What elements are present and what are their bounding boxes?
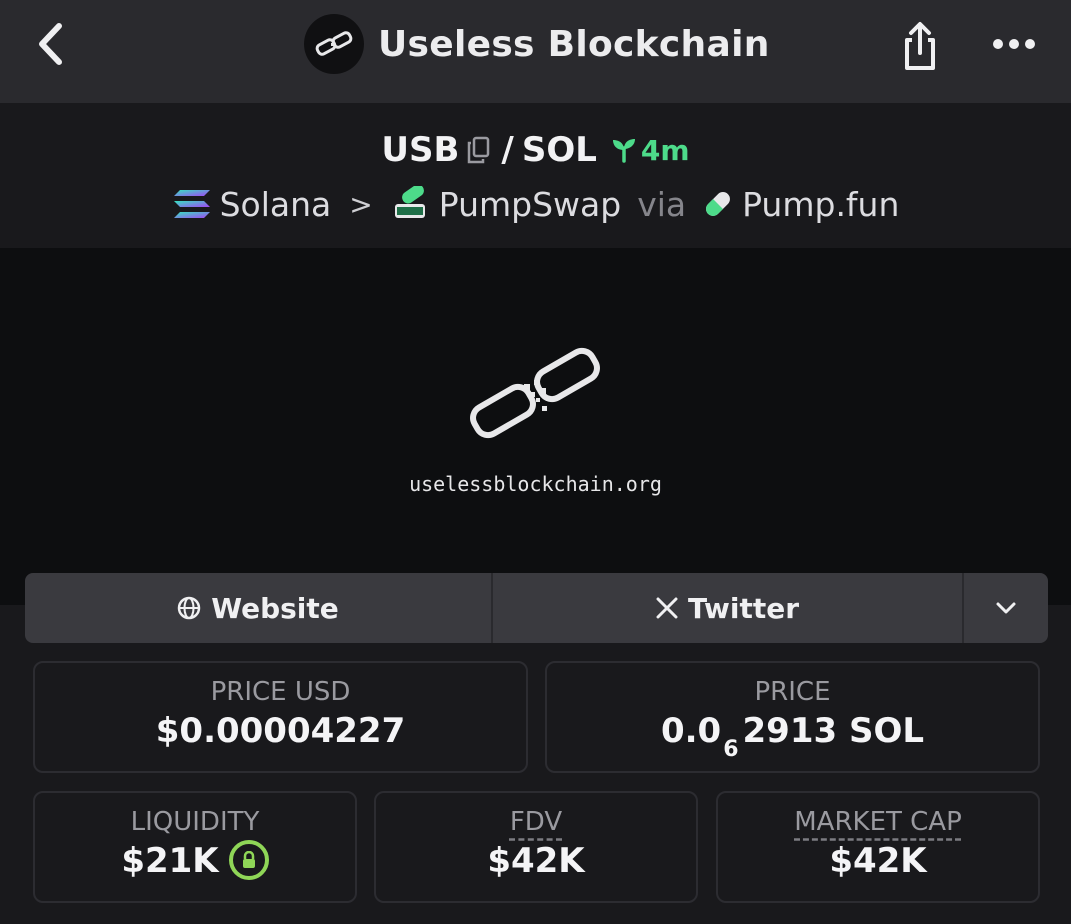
stat-price-native: PRICE 0.06 2913 SOL — [545, 661, 1040, 773]
liquidity-lock-badge[interactable] — [228, 839, 269, 880]
dex-link-pumpswap[interactable]: PumpSwap — [391, 185, 621, 224]
sprout-icon — [612, 139, 635, 163]
stat-label: PRICE — [754, 677, 831, 707]
stat-liquidity: LIQUIDITY $21K — [33, 791, 357, 903]
x-logo-icon — [656, 597, 678, 619]
stat-value: $42K — [829, 841, 927, 881]
social-links: Website Twitter — [25, 573, 1048, 643]
price-unit: SOL — [848, 711, 925, 751]
twitter-label: Twitter — [687, 591, 800, 625]
launchpad-link-pumpfun[interactable]: Pump.fun — [702, 185, 899, 224]
stat-market-cap: MARKET CAP $42K — [716, 791, 1040, 903]
globe-icon — [177, 596, 201, 620]
chain-name: Solana — [219, 184, 332, 224]
quote-symbol: SOL — [521, 130, 597, 170]
more-links-dropdown[interactable] — [964, 573, 1048, 643]
price-prefix: 0.0 — [660, 711, 722, 751]
pill-icon — [706, 192, 731, 216]
pair-age-text: 4m — [640, 133, 690, 167]
banner-domain: uselessblockchain.org — [409, 472, 662, 496]
back-button[interactable] — [28, 18, 72, 70]
launchpad-name: Pump.fun — [742, 184, 900, 224]
pair-line: USB / SOL 4m — [0, 125, 1071, 175]
stat-label: LIQUIDITY — [130, 807, 260, 837]
stat-value: $21K — [35, 839, 355, 883]
liquidity-value: $21K — [121, 841, 219, 881]
price-digits: 2913 — [742, 711, 838, 751]
pair-info: USB / SOL 4m Solana > PumpSwap via Pump.… — [0, 103, 1071, 248]
pair-separator: / — [501, 130, 514, 170]
token-name: Useless Blockchain — [378, 23, 770, 65]
chain-breadcrumb: Solana > PumpSwap via Pump.fun — [0, 179, 1071, 229]
website-label: Website — [211, 591, 339, 625]
token-title: Useless Blockchain — [304, 14, 770, 74]
price-zero-count: 6 — [723, 737, 739, 762]
share-icon — [905, 22, 935, 70]
twitter-button[interactable]: Twitter — [493, 573, 964, 643]
stat-value: $42K — [487, 841, 585, 881]
chevron-down-icon — [996, 602, 1016, 614]
solana-icon — [173, 190, 210, 218]
top-nav-bar: Useless Blockchain — [0, 0, 1071, 103]
lock-icon — [242, 850, 255, 868]
stat-price-usd: PRICE USD $0.00004227 — [33, 661, 528, 773]
stat-label[interactable]: FDV — [376, 807, 696, 837]
stat-label[interactable]: MARKET CAP — [718, 807, 1038, 837]
chevron-left-icon — [39, 23, 62, 65]
share-button[interactable] — [893, 18, 947, 74]
via-text: via — [637, 184, 687, 224]
breadcrumb-separator: > — [349, 187, 373, 221]
broken-chain-icon — [315, 31, 353, 56]
copy-icon — [468, 136, 490, 164]
website-button[interactable]: Website — [25, 573, 493, 643]
pair-age: 4m — [611, 134, 690, 167]
stat-label: PRICE USD — [210, 677, 351, 707]
base-symbol: USB — [381, 130, 460, 170]
broken-chain-logo — [470, 347, 600, 439]
stat-value: $0.00004227 — [155, 711, 406, 751]
dex-name: PumpSwap — [438, 184, 622, 224]
token-avatar — [304, 14, 364, 74]
stat-fdv: FDV $42K — [374, 791, 698, 903]
stat-value: 0.06 2913 SOL — [547, 711, 1038, 762]
copy-address-button[interactable] — [463, 133, 493, 167]
chain-link-solana[interactable]: Solana — [172, 184, 332, 224]
more-options-button[interactable] — [984, 22, 1044, 66]
more-horizontal-icon — [993, 39, 1035, 49]
pumpswap-icon — [394, 186, 425, 218]
